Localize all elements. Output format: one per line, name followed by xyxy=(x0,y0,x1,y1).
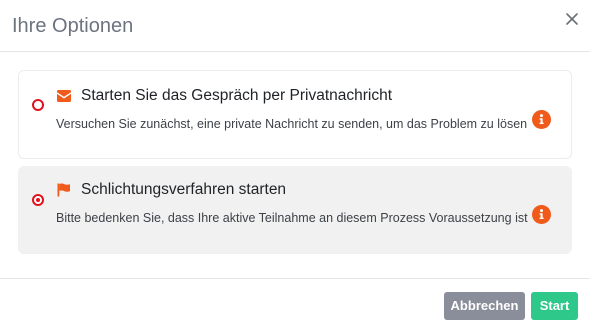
close-icon[interactable] xyxy=(562,9,582,29)
option-radio[interactable] xyxy=(32,99,44,111)
option-radio-selected[interactable] xyxy=(32,194,44,206)
option-description: Versuchen Sie zunächst, eine private Nac… xyxy=(56,117,528,131)
envelope-icon xyxy=(56,89,72,103)
info-icon[interactable] xyxy=(532,205,551,224)
dialog-title: Ihre Optionen xyxy=(12,15,134,37)
option-description: Bitte bedenken Sie, dass Ihre aktive Tei… xyxy=(56,211,528,225)
dialog-header: Ihre Optionen xyxy=(0,0,590,52)
option-private-message[interactable]: Starten Sie das Gespräch per Privatnachr… xyxy=(18,70,572,159)
cancel-button[interactable]: Abbrechen xyxy=(444,292,525,320)
flag-icon xyxy=(56,183,72,197)
option-title: Starten Sie das Gespräch per Privatnachr… xyxy=(81,87,393,104)
option-title: Schlichtungsverfahren starten xyxy=(81,181,287,198)
start-button[interactable]: Start xyxy=(531,292,578,320)
options-dialog: Ihre Optionen Starten Sie das Gespräch p… xyxy=(0,0,590,333)
option-arbitration[interactable]: Schlichtungsverfahren starten Bitte bede… xyxy=(18,166,572,254)
dialog-footer: Abbrechen Start xyxy=(0,278,590,333)
info-icon[interactable] xyxy=(532,110,551,129)
